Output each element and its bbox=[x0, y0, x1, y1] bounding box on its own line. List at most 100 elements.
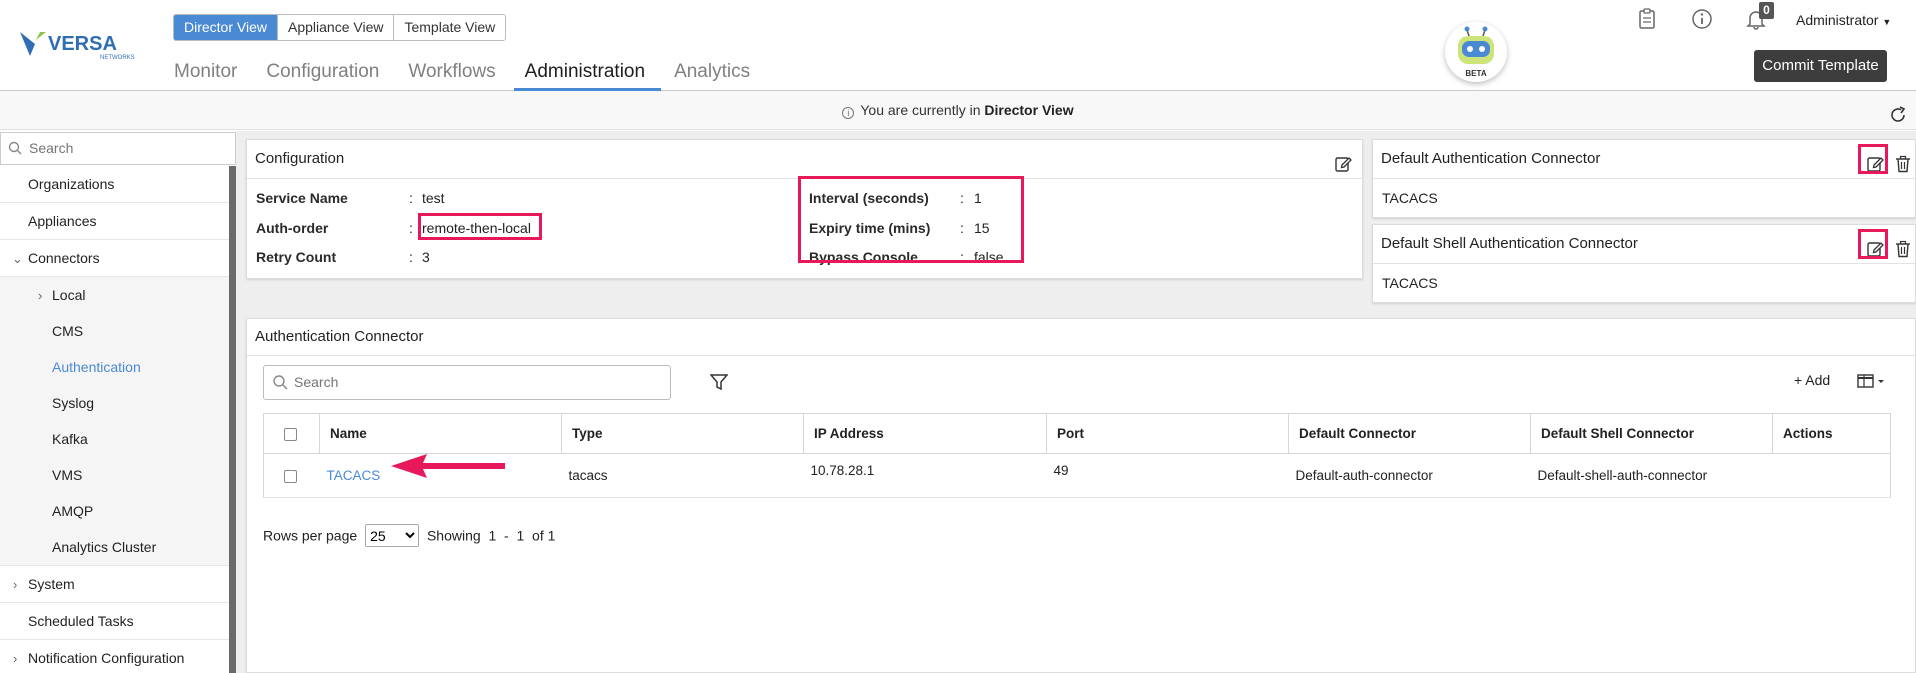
showing-to: 1 bbox=[516, 527, 525, 544]
cell-default-connector: Default-auth-connector bbox=[1288, 453, 1531, 498]
sidebar-item-connectors[interactable]: ⌄ Connectors bbox=[0, 240, 229, 277]
sidebar-item-label: Kafka bbox=[52, 431, 88, 447]
kv-label: Service Name bbox=[256, 190, 348, 206]
user-menu-label: Administrator bbox=[1796, 12, 1879, 28]
auth-connector-title: Authentication Connector bbox=[247, 319, 1915, 356]
kv-value: test bbox=[422, 190, 445, 206]
versa-logo[interactable]: VERSA NETWORKS bbox=[18, 26, 138, 66]
cell-type: tacacs bbox=[561, 453, 804, 498]
sidebar-item-cms[interactable]: CMS bbox=[0, 313, 229, 350]
tab-administration[interactable]: Administration bbox=[513, 56, 662, 91]
rows-per-page-select[interactable]: 25 bbox=[365, 524, 420, 547]
sidebar-item-organizations[interactable]: Organizations bbox=[0, 166, 229, 203]
sidebar-item-analytics-cluster[interactable]: Analytics Cluster bbox=[0, 529, 229, 566]
configuration-title: Configuration bbox=[247, 140, 1362, 179]
table-header-row: Name Type IP Address Port Default Connec… bbox=[263, 413, 1891, 454]
sidebar-item-authentication[interactable]: Authentication bbox=[0, 349, 229, 386]
sidebar-item-syslog[interactable]: Syslog bbox=[0, 385, 229, 422]
kv-colon: : bbox=[409, 249, 413, 265]
view-switch: Director View Appliance View Template Vi… bbox=[173, 14, 507, 41]
caret-down-icon: ▼ bbox=[1882, 17, 1892, 27]
col-default-shell-connector[interactable]: Default Shell Connector bbox=[1530, 413, 1773, 454]
sidebar-item-system[interactable]: › System bbox=[0, 566, 229, 603]
highlight-box bbox=[1858, 144, 1888, 174]
sidebar-item-label: VMS bbox=[52, 467, 83, 483]
sidebar-item-label: Connectors bbox=[28, 250, 100, 266]
column-chooser-icon[interactable] bbox=[1857, 372, 1887, 390]
trash-icon[interactable] bbox=[1895, 235, 1913, 258]
sidebar-search-input[interactable] bbox=[29, 133, 229, 163]
main-content: Configuration Service Name : test Auth-o… bbox=[236, 131, 1916, 673]
director-view-button[interactable]: Director View bbox=[174, 15, 277, 40]
highlight-box bbox=[1858, 229, 1888, 259]
cell-actions bbox=[1772, 453, 1891, 498]
template-view-button[interactable]: Template View bbox=[393, 15, 506, 40]
tab-workflows[interactable]: Workflows bbox=[408, 56, 495, 90]
sidebar-item-appliances[interactable]: Appliances bbox=[0, 203, 229, 240]
connector-search-input[interactable] bbox=[294, 366, 654, 398]
sidebar-search bbox=[0, 132, 236, 165]
default-shell-value: TACACS bbox=[1382, 275, 1438, 291]
sidebar-item-scheduled-tasks[interactable]: Scheduled Tasks bbox=[0, 603, 229, 640]
kv-value: 3 bbox=[422, 249, 430, 265]
user-menu[interactable]: Administrator ▼ bbox=[1796, 12, 1891, 28]
chevron-down-icon: ⌄ bbox=[12, 251, 23, 266]
assistant-bot-icon[interactable]: BETA bbox=[1445, 22, 1507, 82]
cell-port: 49 bbox=[1046, 453, 1289, 498]
clipboard-icon[interactable] bbox=[1637, 8, 1659, 30]
cell-ip: 10.78.28.1 bbox=[803, 453, 1047, 498]
add-button[interactable]: + Add bbox=[1794, 372, 1830, 388]
tab-configuration[interactable]: Configuration bbox=[266, 56, 379, 90]
configuration-title-label: Configuration bbox=[255, 150, 345, 167]
sidebar-item-vms[interactable]: VMS bbox=[0, 457, 229, 494]
col-port[interactable]: Port bbox=[1046, 413, 1289, 454]
default-auth-title-label: Default Authentication Connector bbox=[1381, 150, 1601, 167]
kv-colon: : bbox=[409, 190, 413, 206]
view-info-bar: i You are currently in Director View bbox=[0, 91, 1916, 130]
trash-icon[interactable] bbox=[1895, 150, 1913, 173]
sidebar-item-local[interactable]: › Local bbox=[0, 277, 229, 314]
tab-monitor[interactable]: Monitor bbox=[174, 56, 237, 90]
col-ip-address[interactable]: IP Address bbox=[803, 413, 1047, 454]
sidebar-item-kafka[interactable]: Kafka bbox=[0, 421, 229, 458]
default-auth-connector-panel: Default Authentication Connector TACACS bbox=[1372, 139, 1916, 218]
sidebar-item-amqp[interactable]: AMQP bbox=[0, 493, 229, 530]
col-actions: Actions bbox=[1772, 413, 1891, 454]
default-auth-value: TACACS bbox=[1382, 190, 1438, 206]
default-shell-title-label: Default Shell Authentication Connector bbox=[1381, 235, 1638, 252]
row-select-cell bbox=[263, 453, 320, 498]
main-nav: Monitor Configuration Workflows Administ… bbox=[174, 56, 779, 91]
table-pager: Rows per page 25 Showing 1 - 1 of 1 bbox=[263, 524, 555, 547]
sidebar-item-label: Analytics Cluster bbox=[52, 539, 157, 555]
showing-of: of 1 bbox=[532, 527, 556, 544]
infobar-prefix: You are currently in bbox=[860, 102, 981, 118]
appliance-view-button[interactable]: Appliance View bbox=[277, 15, 394, 40]
refresh-icon[interactable] bbox=[1888, 101, 1908, 122]
sidebar-item-label: Appliances bbox=[28, 213, 97, 229]
sidebar-item-label: System bbox=[28, 576, 75, 592]
brand-name: VERSA bbox=[48, 33, 117, 55]
chevron-right-icon: › bbox=[38, 288, 43, 303]
connector-name-link[interactable]: TACACS bbox=[327, 468, 381, 483]
col-default-connector[interactable]: Default Connector bbox=[1288, 413, 1531, 454]
brand-sub: NETWORKS bbox=[100, 55, 135, 61]
sidebar-item-notification-configuration[interactable]: › Notification Configuration bbox=[0, 640, 229, 673]
select-all-checkbox[interactable] bbox=[284, 427, 297, 441]
sidebar-item-label: Organizations bbox=[28, 176, 115, 192]
filter-icon[interactable] bbox=[709, 373, 729, 391]
edit-icon[interactable] bbox=[1334, 150, 1352, 172]
sidebar-scrollbar-thumb[interactable] bbox=[229, 166, 236, 673]
row-checkbox[interactable] bbox=[284, 469, 297, 483]
col-type[interactable]: Type bbox=[561, 413, 804, 454]
sidebar-item-label: AMQP bbox=[52, 503, 94, 519]
col-name[interactable]: Name bbox=[319, 413, 562, 454]
commit-template-button[interactable]: Commit Template bbox=[1754, 50, 1887, 82]
info-icon[interactable] bbox=[1691, 8, 1713, 30]
sidebar-scrollbar[interactable] bbox=[229, 166, 236, 673]
chevron-right-icon: › bbox=[13, 577, 18, 592]
showing-from: 1 bbox=[488, 527, 497, 544]
auth-connector-title-label: Authentication Connector bbox=[255, 328, 424, 345]
tab-analytics[interactable]: Analytics bbox=[674, 56, 750, 90]
showing-label: Showing bbox=[426, 527, 481, 544]
rows-per-page-label: Rows per page bbox=[263, 527, 358, 544]
